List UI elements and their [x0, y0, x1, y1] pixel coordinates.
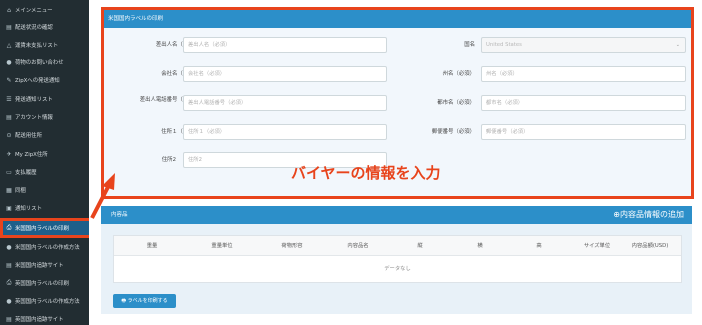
question-icon: ● — [6, 58, 12, 66]
sidebar-item-delivery-address[interactable]: ⊙ 配送用住所 — [0, 125, 89, 145]
address2-label: 住所2 — [161, 157, 176, 163]
annotation-text: バイヤーの情報を入力 — [291, 164, 441, 182]
question-icon: ● — [6, 297, 12, 305]
column-header: 内容品額(USD) — [631, 243, 669, 249]
column-header: 重量 — [146, 243, 158, 249]
sidebar-item-label: My ZipX住所 — [15, 152, 48, 158]
country-select[interactable]: United States ⌄ — [481, 37, 686, 53]
state-input[interactable]: 州名（必須） — [481, 66, 686, 82]
state-label: 州名（必須） — [442, 71, 475, 77]
bell-icon: △ — [6, 41, 12, 49]
sidebar-item-uk-label-print[interactable]: ⎙ 英国国内ラベルの印刷 — [0, 273, 89, 293]
pin-icon: ⊙ — [6, 131, 12, 139]
column-header: 荷物形容 — [281, 243, 303, 249]
sidebar: ⌂ メインメニュー ▤ 配送状況の確認 △ 運賃未支払リスト ● 荷物のお問い合わせ ✎… — [0, 0, 89, 325]
address1-input[interactable]: 住所１（必須） — [183, 124, 387, 140]
country-value: United States — [486, 42, 522, 48]
list-icon: ▤ — [6, 261, 12, 269]
sidebar-item-label: 米国国内ラベルの作成方法 — [15, 245, 80, 251]
question-icon: ● — [6, 243, 12, 251]
chevron-down-icon: ⌄ — [675, 42, 680, 48]
sidebar-item-label: 通知リスト — [15, 206, 42, 212]
sidebar-highlight-box — [0, 218, 92, 238]
list-icon: ▤ — [6, 23, 12, 31]
city-input[interactable]: 都市名（必須） — [481, 95, 686, 111]
lock-icon: ▣ — [6, 204, 12, 212]
list-icon: ▤ — [6, 113, 12, 121]
sidebar-item-shipping-status[interactable]: ▤ 配送状況の確認 — [0, 17, 89, 37]
print-label-button[interactable]: 🖶 ラベルを印刷する — [113, 294, 176, 308]
sidebar-item-notice-list[interactable]: ☰ 発送通知リスト — [0, 89, 89, 109]
sidebar-item-my-zipx-address[interactable]: ✈ My ZipX住所 — [0, 144, 89, 164]
sidebar-item-label: メインメニュー — [15, 8, 53, 14]
city-label: 都市名（必須） — [437, 100, 475, 106]
sidebar-item-notifications[interactable]: ▣ 通知リスト — [0, 198, 89, 218]
sender-name-input[interactable]: 差出人名（必須） — [183, 37, 387, 53]
zip-input[interactable]: 郵便番号（必須） — [481, 124, 686, 140]
sidebar-item-zipx-notice[interactable]: ✎ ZipXへの発送通知 — [0, 70, 89, 90]
sidebar-item-inquiry[interactable]: ● 荷物のお問い合わせ — [0, 52, 89, 72]
sidebar-item-label: 英国国内ラベルの作成方法 — [15, 299, 80, 305]
sidebar-item-uk-label-howto[interactable]: ● 英国国内ラベルの作成方法 — [0, 291, 89, 311]
sidebar-item-label: 米国国内追跡サイト — [15, 263, 64, 269]
plane-icon: ✈ — [6, 150, 12, 158]
country-label: 国名 — [464, 42, 475, 48]
sidebar-item-label: 運賃未支払リスト — [15, 43, 59, 49]
sidebar-item-label: 英国国内ラベルの印刷 — [15, 281, 69, 287]
sidebar-item-label: 同梱 — [15, 188, 26, 194]
sidebar-item-label: ZipXへの発送通知 — [15, 78, 60, 84]
sidebar-item-label: 配送状況の確認 — [15, 25, 53, 31]
list-icon: ☰ — [6, 95, 12, 103]
edit-icon: ✎ — [6, 76, 12, 84]
sidebar-item-consolidation[interactable]: ▦ 同梱 — [0, 180, 89, 200]
sidebar-item-payment-history[interactable]: ▭ 支払履歴 — [0, 162, 89, 182]
sidebar-item-uk-tracking[interactable]: ▤ 英国国内追跡サイト — [0, 309, 89, 325]
zip-label: 郵便番号（必須） — [431, 129, 475, 135]
panel-title: 米国国内ラベルの印刷 — [101, 11, 692, 28]
contents-panel-title: 内容品 — [101, 206, 692, 224]
home-icon: ⌂ — [7, 6, 11, 14]
sidebar-item-label: 英国国内追跡サイト — [15, 317, 64, 323]
empty-message: データなし — [384, 266, 411, 272]
sidebar-item-us-tracking[interactable]: ▤ 米国国内追跡サイト — [0, 255, 89, 275]
column-header: 重量単位 — [211, 243, 233, 249]
sidebar-item-label: 荷物のお問い合わせ — [15, 60, 64, 66]
contents-panel: 内容品 ⊕内容品情報の追加 重量 重量単位 荷物形容 内容品名 縦 横 高 サイ… — [101, 206, 692, 314]
sidebar-item-label: 支払履歴 — [15, 170, 37, 176]
add-item-button[interactable]: ⊕内容品情報の追加 — [613, 206, 684, 224]
sidebar-item-label: 配送用住所 — [15, 133, 42, 139]
print-icon: ⎙ — [6, 279, 12, 286]
sidebar-item-account[interactable]: ▤ アカウント情報 — [0, 107, 89, 127]
table-header: 重量 重量単位 荷物形容 内容品名 縦 横 高 サイズ単位 内容品額(USD) — [114, 236, 681, 256]
grid-icon: ▦ — [6, 186, 12, 194]
sender-phone-input[interactable]: 差出人電話番号（必須） — [183, 95, 387, 111]
card-icon: ▭ — [6, 168, 12, 176]
sidebar-item-us-label-howto[interactable]: ● 米国国内ラベルの作成方法 — [0, 237, 89, 257]
company-input[interactable]: 会社名（必須） — [183, 66, 387, 82]
sidebar-item-label: 発送通知リスト — [15, 97, 53, 103]
sidebar-item-label: アカウント情報 — [15, 115, 53, 121]
list-icon: ▤ — [6, 315, 12, 323]
contents-table: 重量 重量単位 荷物形容 内容品名 縦 横 高 サイズ単位 内容品額(USD) … — [113, 235, 682, 283]
